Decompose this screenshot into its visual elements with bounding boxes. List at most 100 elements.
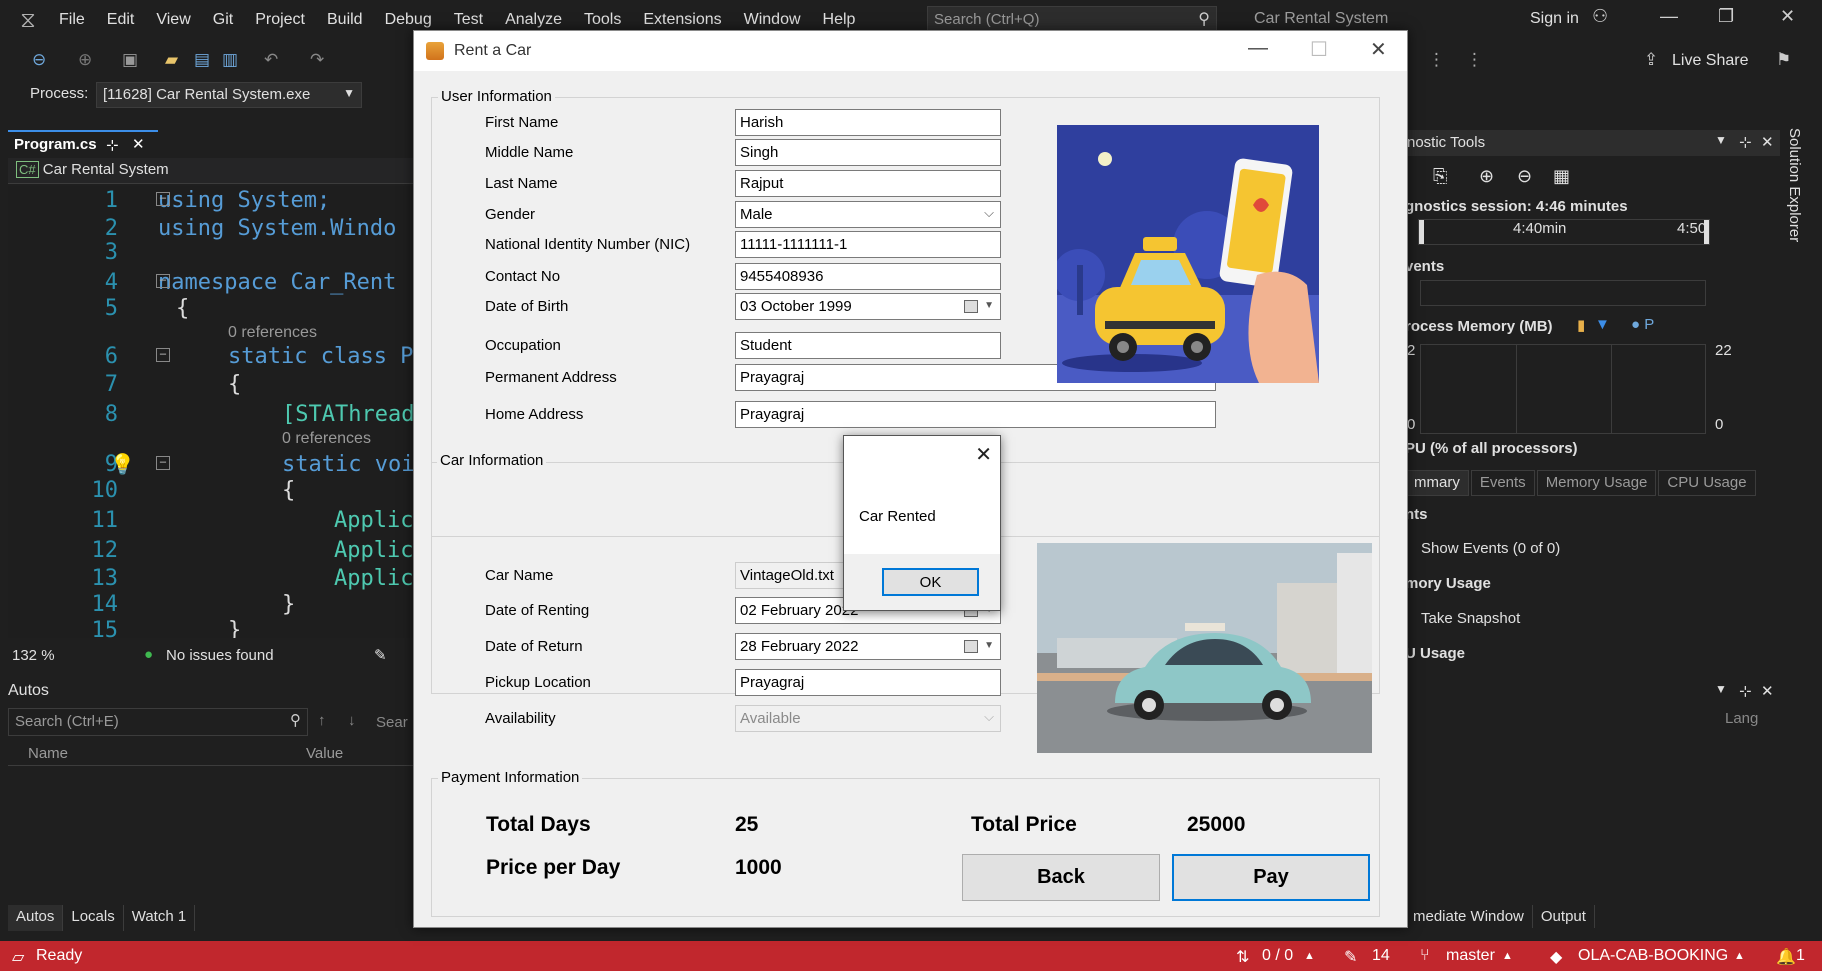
user-field-input[interactable]: 03 October 1999 ▼ <box>735 293 1001 320</box>
close-window-icon[interactable]: ✕ <box>1780 6 1795 27</box>
tab-autos[interactable]: Autos <box>8 905 64 931</box>
timeline-start-handle[interactable] <box>1419 220 1424 244</box>
line-info[interactable]: 0 / 0 <box>1262 947 1293 965</box>
diag-tab[interactable]: mmary <box>1405 470 1469 496</box>
minimize-icon[interactable]: — <box>1660 6 1678 27</box>
toolbar-overflow-icon[interactable]: ⋮ <box>1428 50 1445 70</box>
diag-tab[interactable]: Memory Usage <box>1536 470 1657 496</box>
tab-program-cs[interactable]: Program.cs ⊹ ✕ <box>8 130 158 158</box>
notification-count[interactable]: 1 <box>1796 947 1805 965</box>
edit-count[interactable]: 14 <box>1372 947 1390 965</box>
menu-item[interactable]: Edit <box>96 0 146 40</box>
open-folder-icon[interactable]: ▰ <box>165 50 178 70</box>
column-name[interactable]: Name <box>28 745 68 762</box>
pencil-icon[interactable]: ✎ <box>1344 947 1357 967</box>
column-value[interactable]: Value <box>306 745 343 762</box>
brush-icon[interactable]: ✎ <box>374 646 387 664</box>
car-field-input[interactable]: Prayagraj <box>735 669 1001 696</box>
take-snapshot-button[interactable]: Take Snapshot <box>1421 610 1520 627</box>
menu-item[interactable]: File <box>48 0 96 40</box>
close-tab-icon[interactable]: ✕ <box>132 135 145 153</box>
lightbulb-icon[interactable]: 💡 <box>110 452 135 476</box>
close-panel-icon[interactable]: ✕ <box>1761 682 1774 700</box>
code-editor[interactable]: 1 using System; 2 using System.Windo 3 4 names… <box>8 186 413 638</box>
user-field-input[interactable]: Singh <box>735 139 1001 166</box>
user-field-input[interactable]: Harish <box>735 109 1001 136</box>
feedback-icon[interactable]: ⚑ <box>1776 50 1791 70</box>
minimize-icon[interactable]: — <box>1248 37 1268 60</box>
chevron-up-icon[interactable]: ▲ <box>1502 950 1513 962</box>
chart-icon[interactable]: ▦ <box>1553 166 1570 187</box>
timeline-end-handle[interactable] <box>1704 220 1709 244</box>
chevron-up-icon[interactable]: ▲ <box>1734 950 1745 962</box>
close-panel-icon[interactable]: ✕ <box>1761 133 1774 151</box>
collapse-outline-icon[interactable]: − <box>156 348 170 362</box>
collapse-outline-icon[interactable]: − <box>156 274 170 288</box>
references-codelens[interactable]: 0 references <box>282 430 371 448</box>
git-repo-icon[interactable]: ◆ <box>1550 947 1562 967</box>
toolbar-more-icon[interactable]: ⋮ <box>1466 50 1483 70</box>
chevron-down-icon[interactable]: ▼ <box>1715 682 1727 696</box>
output-tab[interactable]: mediate Window <box>1405 905 1533 928</box>
diag-tab[interactable]: CPU Usage <box>1658 470 1756 496</box>
redo-icon[interactable]: ↷ <box>310 50 324 70</box>
arrow-down-icon[interactable]: ↓ <box>348 712 356 729</box>
user-field-input[interactable]: Rajput <box>735 170 1001 197</box>
zoom-level[interactable]: 132 % <box>12 647 55 664</box>
menu-item[interactable]: Project <box>244 0 316 40</box>
arrow-up-icon[interactable]: ↑ <box>318 712 326 729</box>
collapse-outline-icon[interactable]: − <box>156 456 170 470</box>
branch-name[interactable]: master <box>1446 947 1495 965</box>
collapse-outline-icon[interactable]: − <box>156 192 170 206</box>
dialog-titlebar[interactable]: Rent a Car — ☐ ✕ <box>414 31 1407 71</box>
new-project-icon[interactable]: ▣ <box>122 50 138 70</box>
user-field-input[interactable]: 9455408936 <box>735 263 1001 290</box>
issues-status[interactable]: No issues found <box>166 647 274 664</box>
output-tab[interactable]: Output <box>1533 905 1595 928</box>
diagnostic-timeline[interactable] <box>1418 219 1710 245</box>
process-select[interactable]: [11628] Car Rental System.exe ▼ <box>96 82 362 108</box>
close-dialog-icon[interactable]: ✕ <box>1370 37 1387 62</box>
menu-item[interactable]: View <box>145 0 201 40</box>
back-navigate-icon[interactable]: ⊖ <box>32 50 46 70</box>
tab-locals[interactable]: Locals <box>63 905 124 931</box>
undo-icon[interactable]: ↶ <box>264 50 278 70</box>
show-events-link[interactable]: Show Events (0 of 0) <box>1421 540 1560 557</box>
zoom-in-icon[interactable]: ⊕ <box>1479 166 1494 187</box>
pay-button[interactable]: Pay <box>1172 854 1370 901</box>
ok-button[interactable]: OK <box>882 568 979 596</box>
pin-icon[interactable]: ⊹ <box>1739 682 1752 700</box>
user-field-input[interactable]: Male ⌵ <box>735 201 1001 228</box>
tab-watch-1[interactable]: Watch 1 <box>124 905 196 931</box>
save-all-icon[interactable]: ▥ <box>222 50 238 70</box>
sign-in-link[interactable]: Sign in <box>1530 10 1579 28</box>
user-field-input[interactable]: 11111-1111111-1 <box>735 231 1001 258</box>
branch-icon[interactable]: ⑂ <box>1420 947 1430 965</box>
repository-name[interactable]: OLA-CAB-BOOKING <box>1578 947 1728 965</box>
menu-item[interactable]: Git <box>202 0 244 40</box>
car-field-input[interactable]: 28 February 2022 ▼ <box>735 633 1001 660</box>
chevron-up-icon[interactable]: ▲ <box>1304 950 1315 962</box>
account-icon[interactable]: ⚇ <box>1592 6 1608 27</box>
zoom-out-icon[interactable]: ⊖ <box>1517 166 1532 187</box>
pin-icon[interactable]: ⊹ <box>106 136 119 154</box>
menu-item[interactable]: Build <box>316 0 374 40</box>
references-codelens[interactable]: 0 references <box>228 324 317 342</box>
forward-navigate-icon[interactable]: ⊕ <box>78 50 92 70</box>
chevron-down-icon[interactable]: ▼ <box>1715 133 1727 147</box>
save-icon[interactable]: ▤ <box>194 50 210 70</box>
line-sync-icon[interactable]: ⇅ <box>1236 947 1249 967</box>
diag-tab[interactable]: Events <box>1470 470 1535 496</box>
live-share-icon[interactable]: ⇪ <box>1644 50 1658 70</box>
restore-icon[interactable]: ❐ <box>1718 6 1734 27</box>
pin-icon[interactable]: ⊹ <box>1739 133 1752 151</box>
user-field-input[interactable]: Student <box>735 332 1001 359</box>
live-share-button[interactable]: Live Share <box>1672 52 1749 70</box>
notification-bell-icon[interactable]: 🔔 <box>1776 947 1796 967</box>
user-field-input[interactable]: Prayagraj <box>735 401 1216 428</box>
solution-explorer-tab[interactable]: Solution Explorer <box>1786 128 1803 242</box>
autos-search-input[interactable]: Search (Ctrl+E) ⚲ <box>8 708 308 736</box>
close-message-icon[interactable]: ✕ <box>975 442 992 467</box>
code-nav-bar[interactable]: C# Car Rental System <box>8 158 413 184</box>
back-button[interactable]: Back <box>962 854 1160 901</box>
